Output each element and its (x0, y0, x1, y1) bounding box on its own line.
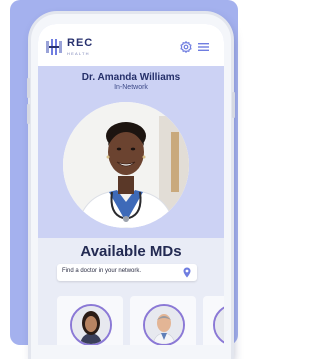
brand-name: REC (67, 37, 94, 49)
app-screen: REC HEALTH Dr. Amanda Williams In-Networ… (38, 24, 224, 345)
network-status: In-Network (114, 84, 148, 91)
doctor-card[interactable] (130, 296, 196, 345)
doctor-name: Dr. Amanda Williams (81, 72, 181, 83)
doctor-portrait[interactable] (63, 102, 189, 228)
doctor-avatar (143, 304, 185, 345)
phone-power-button (232, 92, 235, 118)
location-pin-icon[interactable] (183, 267, 191, 278)
section-title: Available MDs (80, 243, 182, 260)
doctor-avatar (213, 304, 224, 345)
doctor-avatar (70, 304, 112, 345)
phone-volume-down (27, 104, 30, 124)
doctor-search-bar[interactable]: Find a doctor in your network. (57, 264, 197, 281)
brand-tagline: HEALTH (67, 51, 90, 56)
hamburger-menu-icon[interactable] (198, 42, 209, 52)
top-nav: REC HEALTH (38, 24, 224, 66)
doctor-portrait-illustration (63, 102, 189, 228)
avatar-illustration (215, 306, 224, 344)
avatar-illustration (72, 306, 110, 344)
doctor-card[interactable] (57, 296, 123, 345)
gear-icon[interactable] (180, 41, 192, 53)
logo-icon (46, 39, 62, 55)
avatar-illustration (145, 306, 183, 344)
search-input[interactable]: Find a doctor in your network. (62, 268, 141, 274)
phone-volume-up (27, 78, 30, 98)
doctor-card[interactable] (203, 296, 224, 345)
